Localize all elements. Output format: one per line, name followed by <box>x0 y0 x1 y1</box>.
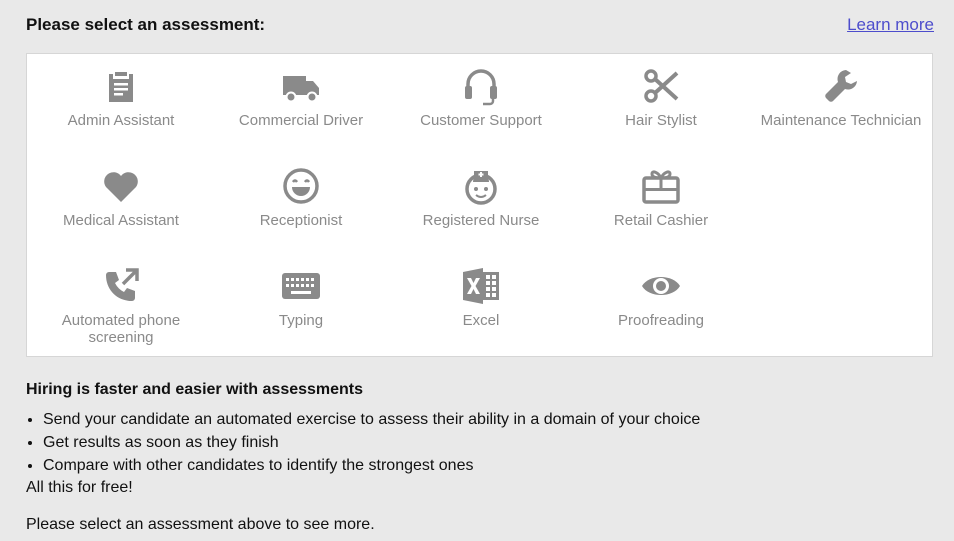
list-item: Get results as soon as they finish <box>43 431 926 454</box>
truck-icon <box>281 66 321 106</box>
benefits-list: Send your candidate an automated exercis… <box>26 408 926 477</box>
gift-card-icon <box>641 166 681 206</box>
assessment-label: Typing <box>278 312 324 329</box>
assessment-label: Proofreading <box>618 312 704 329</box>
clipboard-icon <box>101 66 141 106</box>
assessment-hair-stylist[interactable]: Hair Stylist <box>571 56 751 152</box>
assessment-typing[interactable]: Typing <box>211 256 391 352</box>
wrench-icon <box>821 66 861 106</box>
assessment-label: Automated phone screening <box>61 312 181 346</box>
assessment-retail-cashier[interactable]: Retail Cashier <box>571 156 751 252</box>
assessment-maintenance-technician[interactable]: Maintenance Technician <box>751 56 931 152</box>
header: Please select an assessment: Learn more <box>26 14 934 38</box>
headset-icon <box>461 66 501 106</box>
assessment-label: Medical Assistant <box>63 212 179 229</box>
info-heading: Hiring is faster and easier with assessm… <box>26 381 364 398</box>
learn-more-link[interactable]: Learn more <box>847 14 934 36</box>
assessment-label: Receptionist <box>259 212 343 229</box>
assessment-medical-assistant[interactable]: Medical Assistant <box>31 156 211 252</box>
phone-callout-icon <box>101 266 141 306</box>
assessment-label: Retail Cashier <box>613 212 709 229</box>
assessment-label: Admin Assistant <box>67 112 175 129</box>
nurse-icon <box>461 166 501 206</box>
assessment-automated-phone-screening[interactable]: Automated phone screening <box>31 256 211 352</box>
assessment-excel[interactable]: Excel <box>391 256 571 352</box>
page-title: Please select an assessment: <box>26 15 266 34</box>
assessment-grid: Admin Assistant Commercial Driver Custom… <box>26 53 933 357</box>
heart-icon <box>101 166 141 206</box>
scissors-icon <box>641 66 681 106</box>
assessment-commercial-driver[interactable]: Commercial Driver <box>211 56 391 152</box>
assessment-label: Customer Support <box>420 112 542 129</box>
assessment-receptionist[interactable]: Receptionist <box>211 156 391 252</box>
assessment-label: Hair Stylist <box>625 112 697 129</box>
assessment-label: Maintenance Technician <box>760 112 922 129</box>
free-text: All this for free! <box>26 479 133 496</box>
smiley-icon <box>281 166 321 206</box>
assessment-info: Hiring is faster and easier with assessm… <box>26 380 926 535</box>
list-item: Send your candidate an automated exercis… <box>43 408 926 431</box>
select-note: Please select an assessment above to see… <box>26 516 375 533</box>
assessment-registered-nurse[interactable]: Registered Nurse <box>391 156 571 252</box>
assessment-label: Commercial Driver <box>238 112 364 129</box>
assessment-admin-assistant[interactable]: Admin Assistant <box>31 56 211 152</box>
list-item: Compare with other candidates to identif… <box>43 454 926 477</box>
assessment-customer-support[interactable]: Customer Support <box>391 56 571 152</box>
keyboard-icon <box>281 266 321 306</box>
assessment-proofreading[interactable]: Proofreading <box>571 256 751 352</box>
assessment-label: Registered Nurse <box>422 212 540 229</box>
assessment-label: Excel <box>462 312 500 329</box>
eye-icon <box>641 266 681 306</box>
excel-icon <box>461 266 501 306</box>
